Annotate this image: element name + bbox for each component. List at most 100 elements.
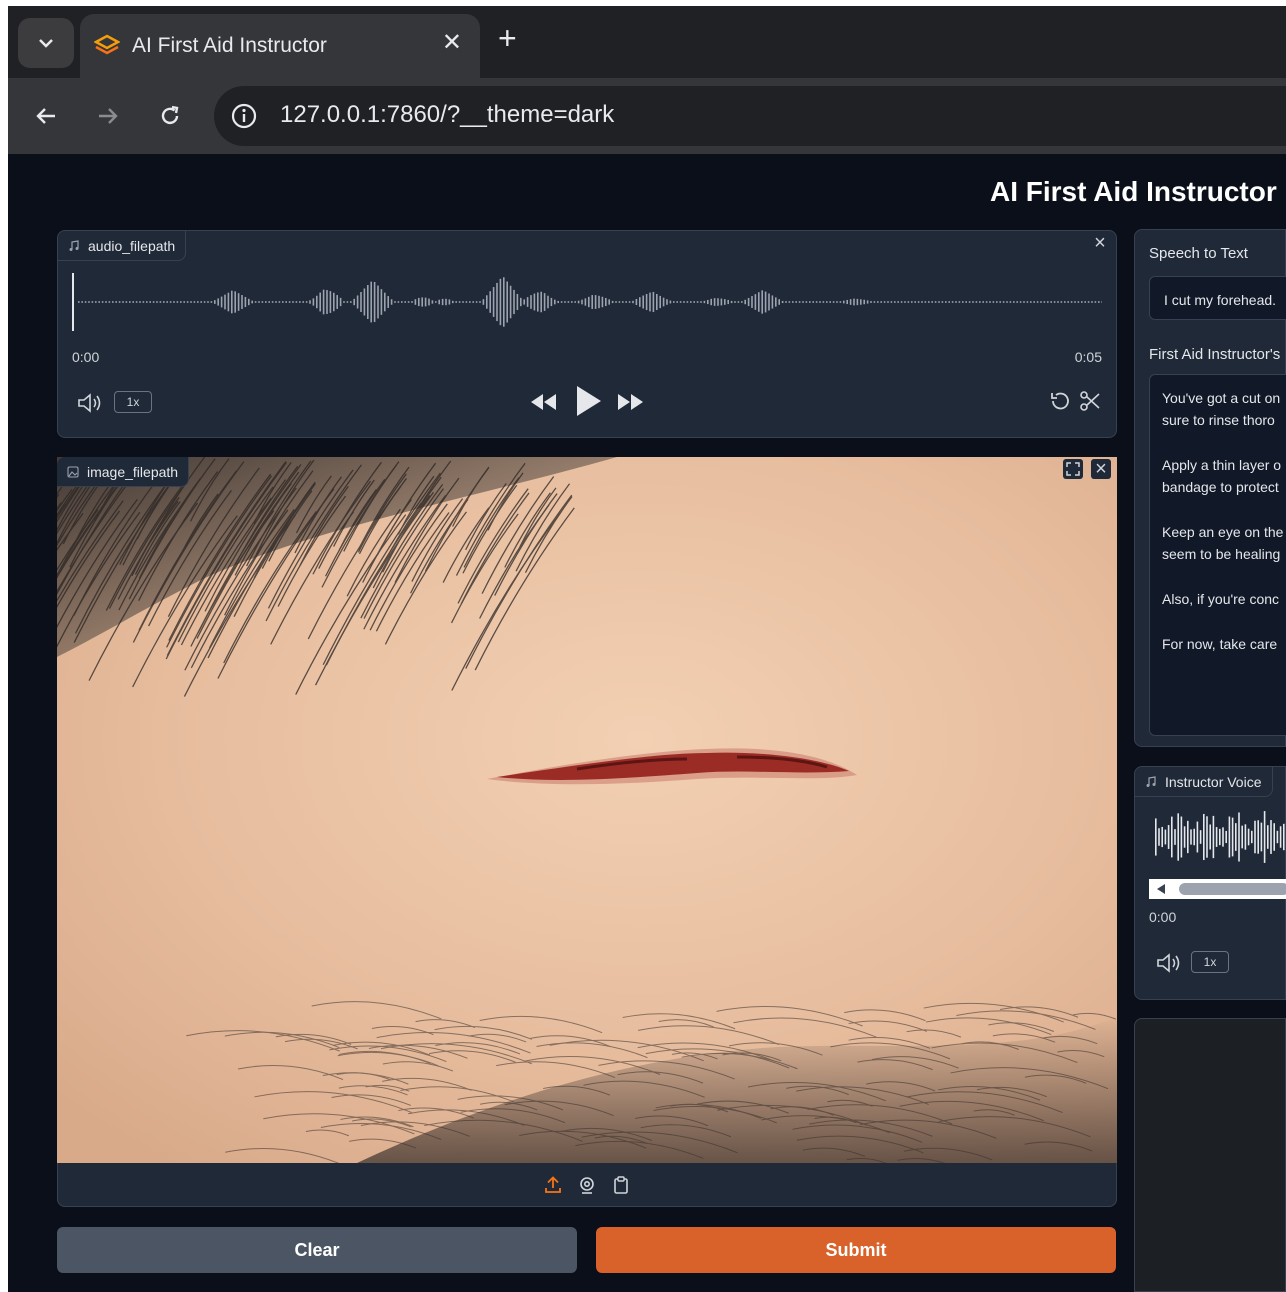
waveform-bar — [329, 291, 332, 313]
music-note-icon — [69, 239, 79, 251]
waveform-bar — [1215, 827, 1218, 847]
voice-speed-button[interactable]: 1x — [1191, 951, 1229, 973]
waveform-bar — [125, 301, 128, 303]
tab-search-button[interactable] — [18, 18, 74, 68]
audio-clear-icon[interactable]: × — [1090, 232, 1110, 254]
waveform-bar — [720, 298, 723, 306]
waveform-bar — [489, 291, 491, 313]
clear-button[interactable]: Clear — [57, 1227, 577, 1273]
undo-icon — [1051, 392, 1069, 410]
waveform-bar — [537, 292, 539, 312]
voice-progress-thumb[interactable] — [1179, 883, 1286, 895]
audio-waveform[interactable] — [72, 271, 1102, 333]
uploaded-image[interactable]: image_filepath × — [57, 457, 1117, 1163]
speech-to-text-output[interactable]: I cut my forehead. — [1149, 276, 1286, 320]
waveform-bar — [356, 295, 359, 309]
waveform-bar — [424, 297, 427, 307]
waveform-bar — [418, 297, 420, 307]
waveform-bar — [231, 290, 233, 314]
waveform-bar — [564, 301, 566, 303]
webcam-button[interactable] — [576, 1174, 598, 1196]
upload-button[interactable] — [542, 1174, 564, 1196]
waveform-bar — [900, 301, 903, 303]
waveform-bar — [866, 300, 869, 304]
instructor-voice-panel: Instructor Voice 0:00 1x — [1134, 766, 1286, 1000]
address-bar[interactable]: 127.0.0.1:7860/?__theme=dark — [214, 86, 1286, 146]
waveform-bar — [1155, 818, 1157, 856]
forward-button[interactable] — [88, 96, 128, 136]
output-text-panel: Speech to Text I cut my forehead. First … — [1134, 229, 1286, 747]
submit-button[interactable]: Submit — [596, 1227, 1116, 1273]
waveform-bar — [455, 301, 457, 303]
voice-progress-track[interactable] — [1149, 879, 1286, 899]
waveform-bar — [394, 301, 396, 303]
voice-time-current: 0:00 — [1149, 909, 1177, 925]
waveform-bar — [1276, 830, 1279, 844]
fullscreen-icon[interactable] — [1063, 459, 1083, 479]
scissors-icon — [1080, 391, 1100, 411]
browser-tab[interactable]: AI First Aid Instructor ✕ — [80, 14, 480, 78]
waveform-bar — [492, 287, 495, 317]
site-info-icon[interactable] — [230, 102, 258, 130]
reload-button[interactable] — [150, 96, 190, 136]
waveform-bar — [390, 299, 393, 305]
waveform-bar — [220, 296, 223, 308]
speech-to-text-label: Speech to Text — [1149, 245, 1248, 262]
waveform-bar — [438, 299, 440, 305]
undo-button[interactable] — [1048, 389, 1072, 413]
waveform-bar — [343, 301, 345, 303]
waveform-bar — [193, 301, 196, 303]
waveform-bar — [628, 301, 631, 303]
waveform-bar — [955, 301, 957, 303]
waveform-bar — [377, 285, 379, 319]
gradio-app: AI First Aid Instructor audio_filepath ×… — [8, 154, 1286, 1292]
waveform-bar — [1238, 812, 1240, 862]
skip-forward-button[interactable] — [616, 387, 646, 417]
waveform-bar — [1174, 829, 1176, 845]
image-clear-icon[interactable]: × — [1091, 458, 1111, 480]
voice-volume-button[interactable] — [1155, 951, 1183, 975]
waveform-bar — [309, 300, 311, 304]
waveform-bar — [856, 298, 859, 306]
waveform-bar — [601, 296, 604, 308]
waveform-bar — [897, 301, 899, 303]
play-button[interactable] — [572, 381, 606, 421]
waveform-bar — [496, 282, 498, 322]
tab-close-icon[interactable]: ✕ — [442, 30, 462, 56]
waveform-bar — [581, 299, 583, 305]
waveform-bar — [1260, 822, 1263, 852]
new-tab-icon[interactable]: + — [498, 22, 517, 54]
wound-photo — [57, 457, 1117, 1163]
waveform-bar — [679, 301, 682, 303]
waveform-bar — [560, 301, 563, 303]
instructor-response-output[interactable]: You've got a cut on sure to rinse thoro … — [1149, 374, 1286, 736]
waveform-bar — [414, 299, 417, 305]
waveform-bar — [1070, 301, 1073, 303]
clipboard-button[interactable] — [610, 1174, 632, 1196]
audio-input-label: audio_filepath — [58, 231, 187, 261]
playhead-cursor[interactable] — [72, 273, 74, 331]
waveform-bar — [322, 289, 325, 315]
waveform-bar — [319, 292, 321, 312]
back-button[interactable] — [26, 96, 66, 136]
waveform-bar — [958, 301, 961, 303]
waveform-bar — [526, 297, 529, 307]
waveform-bar — [339, 297, 342, 307]
waveform-bar — [1241, 825, 1243, 849]
skip-backward-button[interactable] — [528, 387, 558, 417]
waveform-bar — [180, 301, 182, 303]
volume-button[interactable] — [76, 391, 104, 415]
waveform-bar — [428, 298, 430, 306]
waveform-bar — [771, 295, 774, 309]
waveform-bar — [152, 301, 155, 303]
waveform-bar — [1091, 301, 1093, 303]
audio-input-panel: audio_filepath × 0:00 0:05 1x — [57, 230, 1117, 438]
waveform-bar — [1187, 820, 1189, 854]
playback-speed-button[interactable]: 1x — [114, 391, 152, 413]
trim-button[interactable] — [1078, 389, 1102, 413]
instructor-voice-waveform[interactable] — [1149, 809, 1286, 865]
waveform-bar — [1033, 301, 1035, 303]
waveform-bar — [384, 292, 386, 312]
waveform-bar — [173, 301, 175, 303]
waveform-bar — [635, 298, 638, 306]
